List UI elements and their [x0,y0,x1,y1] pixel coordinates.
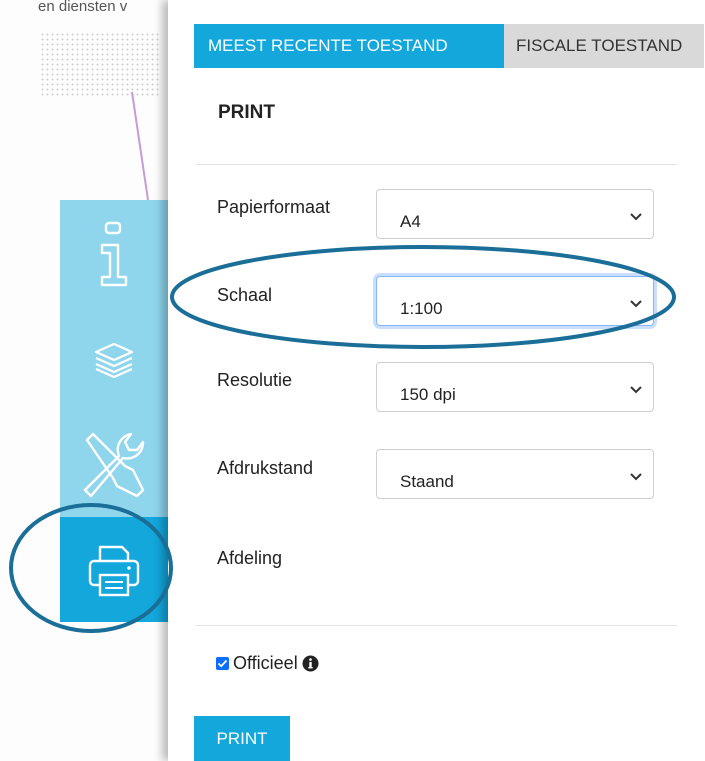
orientation-value: Staand [400,472,454,491]
layers-tool-button[interactable] [60,307,168,413]
paper-size-select[interactable]: A4 [376,189,654,239]
scale-select[interactable]: 1:100 [376,276,654,326]
official-checkbox[interactable] [216,657,229,670]
info-circle-icon[interactable] [302,655,319,672]
paper-size-label: Papierformaat [217,197,331,217]
print-panel: MEEST RECENTE TOESTAND FISCALE TOESTAND … [168,0,705,761]
resolution-label: Resolutie [217,370,293,390]
print-button[interactable]: PRINT [194,716,290,761]
print-tool-button[interactable] [60,517,168,622]
printer-icon [88,545,140,596]
orientation-select[interactable]: Staand [376,449,654,499]
chevron-down-icon [630,386,642,394]
tools-tool-button[interactable] [60,413,168,517]
paper-size-value: A4 [400,212,421,231]
official-option: Officieel [216,653,319,674]
scale-value: 1:100 [400,299,443,318]
chevron-down-icon [630,300,642,308]
scale-label: Schaal [217,285,273,305]
info-tool-button[interactable] [60,200,168,307]
layers-icon [94,342,134,378]
tab-fiscale-toestand[interactable]: FISCALE TOESTAND [504,24,704,68]
side-toolbar [60,200,168,622]
orientation-label: Afdrukstand [217,458,314,478]
checkmark-icon [217,659,228,668]
resolution-select[interactable]: 150 dpi [376,362,654,412]
tools-icon [83,432,145,498]
chevron-down-icon [630,213,642,221]
panel-title: PRINT [218,102,275,123]
divider [196,164,677,165]
tab-meest-recente-toestand[interactable]: MEEST RECENTE TOESTAND [194,24,504,68]
chevron-down-icon [630,473,642,481]
divider [196,625,677,626]
official-label: Officieel [233,653,298,673]
info-icon [100,221,128,286]
department-label: Afdeling [217,548,283,568]
resolution-value: 150 dpi [400,385,456,404]
state-tabs: MEEST RECENTE TOESTAND FISCALE TOESTAND [194,24,704,68]
